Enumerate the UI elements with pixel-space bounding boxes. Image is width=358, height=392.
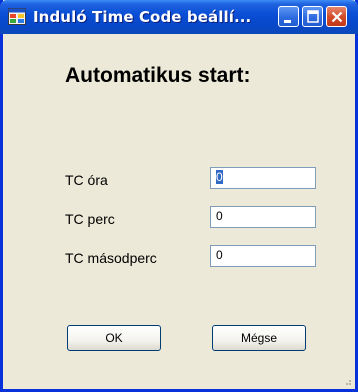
tc-minute-label: TC perc bbox=[65, 211, 115, 227]
dialog-window: Induló Time Code beállí... Automatikus s… bbox=[0, 0, 358, 392]
window-app-icon[interactable] bbox=[8, 8, 26, 25]
page-title: Automatikus start: bbox=[65, 64, 251, 87]
tc-second-label: TC másodperc bbox=[65, 250, 157, 266]
cancel-button[interactable]: Mégse bbox=[212, 325, 306, 351]
tc-second-value: 0 bbox=[216, 248, 223, 262]
tc-second-input[interactable]: 0 bbox=[210, 245, 316, 267]
tc-hour-value: 0 bbox=[216, 170, 223, 184]
resize-grip-icon[interactable] bbox=[342, 376, 352, 386]
maximize-button[interactable] bbox=[302, 6, 323, 27]
minimize-icon bbox=[284, 20, 291, 23]
tc-hour-label: TC óra bbox=[65, 172, 108, 188]
title-bar[interactable]: Induló Time Code beállí... bbox=[0, 0, 358, 34]
close-icon bbox=[331, 11, 343, 23]
close-button[interactable] bbox=[326, 6, 347, 27]
minimize-button[interactable] bbox=[278, 6, 299, 27]
ok-button[interactable]: OK bbox=[67, 325, 161, 351]
maximize-icon bbox=[307, 10, 319, 23]
window-title: Induló Time Code beállí... bbox=[33, 8, 252, 26]
tc-minute-value: 0 bbox=[216, 209, 223, 223]
tc-hour-input[interactable]: 0 bbox=[210, 167, 316, 189]
tc-minute-input[interactable]: 0 bbox=[210, 206, 316, 228]
